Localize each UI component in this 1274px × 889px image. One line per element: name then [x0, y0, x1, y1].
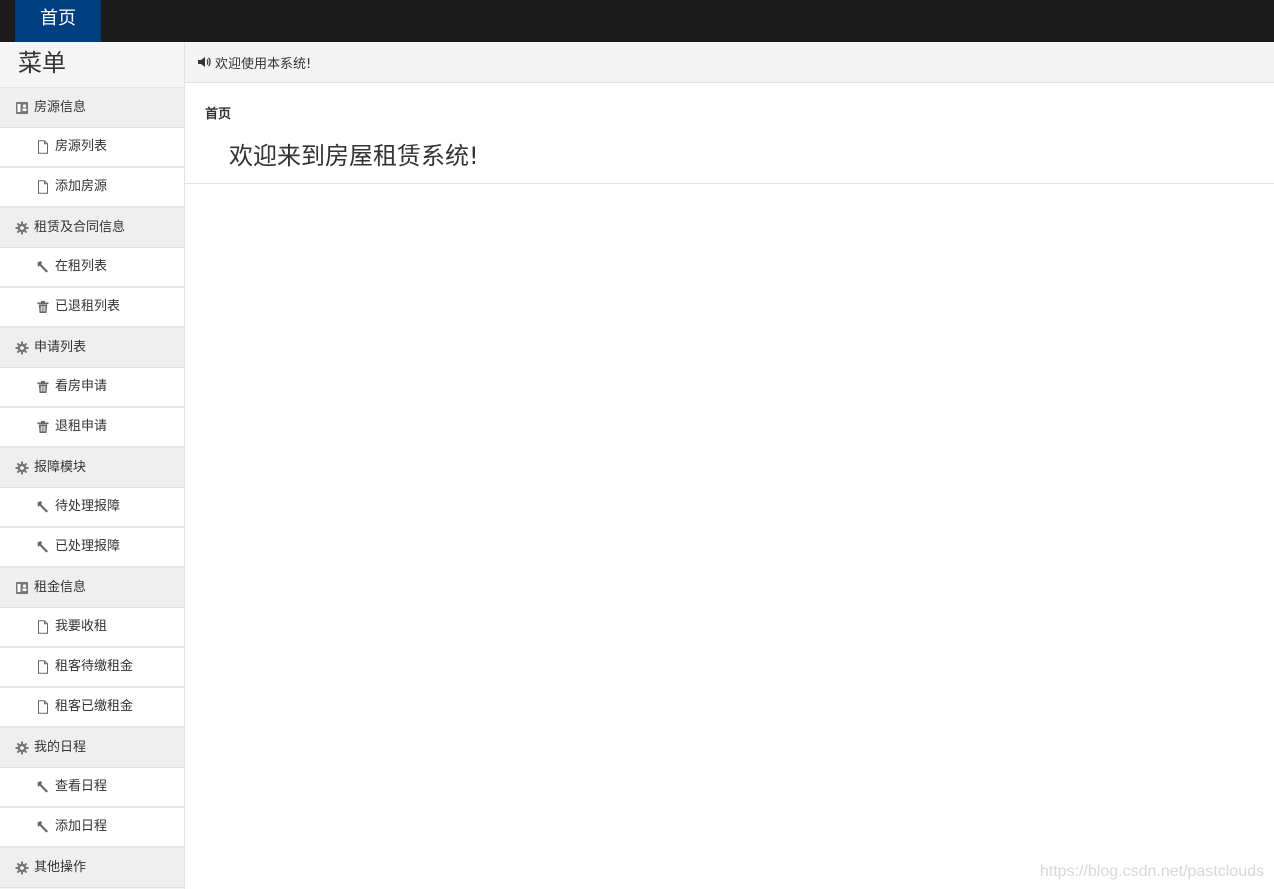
sidebar-group-header[interactable]: 申请列表: [0, 328, 184, 368]
sidebar-group-header[interactable]: 我的日程: [0, 728, 184, 768]
sidebar-item[interactable]: 看房申请: [0, 368, 184, 408]
trash-icon: [36, 380, 50, 394]
wrench-icon: [36, 540, 50, 554]
sidebar-item[interactable]: 租客待缴租金: [0, 648, 184, 688]
sidebar-item-label: 租客待缴租金: [55, 659, 134, 674]
sidebar-item[interactable]: 租客已缴租金: [0, 688, 184, 728]
page-title: 欢迎来到房屋租赁系统!: [229, 142, 479, 170]
sidebar-item[interactable]: 已退租列表: [0, 288, 184, 328]
sidebar-group-label: 报障模块: [34, 459, 87, 475]
file-icon: [36, 700, 50, 714]
sidebar: 菜单 房源信息房源列表添加房源租赁及合同信息 在租列表已退租列表申请列表看房申请退…: [0, 42, 185, 889]
breadcrumb: 首页: [205, 107, 232, 122]
trash-icon: [36, 300, 50, 314]
notice-text: 欢迎使用本系统!: [215, 56, 312, 72]
notice-bar: 欢迎使用本系统!: [185, 42, 1274, 83]
gear-icon: [15, 341, 29, 355]
sidebar-item-label: 租客已缴租金: [55, 699, 134, 714]
sidebar-item-label: 待处理报障: [55, 499, 121, 514]
file-icon: [36, 660, 50, 674]
sidebar-item[interactable]: 已处理报障: [0, 528, 184, 568]
sidebar-item-label: 看房申请: [55, 379, 108, 394]
sidebar-item-label: 已退租列表: [55, 299, 121, 314]
sidebar-title: 菜单: [0, 42, 184, 88]
file-icon: [36, 140, 50, 154]
sidebar-item[interactable]: 房源列表: [0, 128, 184, 168]
sidebar-item[interactable]: 查看日程: [0, 768, 184, 808]
sidebar-item[interactable]: 待处理报障: [0, 488, 184, 528]
sidebar-group-label: 租金信息: [34, 579, 87, 595]
sidebar-item-label: 我要收租: [55, 619, 108, 634]
address-card-icon: [15, 101, 29, 115]
sidebar-item-label: 添加日程: [55, 819, 108, 834]
sidebar-group-header[interactable]: 租赁及合同信息: [0, 208, 184, 248]
sidebar-group-label: 其他操作: [34, 859, 87, 875]
sidebar-group-label: 房源信息: [34, 99, 87, 115]
main-content: 欢迎使用本系统! 首页 欢迎来到房屋租赁系统!: [185, 42, 1274, 889]
sidebar-group-label: 申请列表: [34, 339, 87, 355]
wrench-icon: [36, 260, 50, 274]
sidebar-group-label: 我的日程: [34, 739, 87, 755]
top-navbar: 首页: [0, 0, 1274, 42]
wrench-icon: [36, 500, 50, 514]
sidebar-item[interactable]: 添加房源: [0, 168, 184, 208]
sidebar-item[interactable]: 我要收租: [0, 608, 184, 648]
divider: [185, 183, 1274, 184]
wrench-icon: [36, 820, 50, 834]
sidebar-group-label: 租赁及合同信息: [34, 219, 126, 235]
watermark: https://blog.csdn.net/pastclouds: [1039, 863, 1264, 880]
sidebar-item-label: 在租列表: [55, 259, 108, 274]
gear-icon: [15, 741, 29, 755]
sidebar-item[interactable]: 在租列表: [0, 248, 184, 288]
sidebar-group-header[interactable]: 房源信息: [0, 88, 184, 128]
sidebar-group-header[interactable]: 租金信息: [0, 568, 184, 608]
sidebar-item-label: 查看日程: [55, 779, 108, 794]
sidebar-group-header[interactable]: 其他操作: [0, 848, 184, 888]
file-icon: [36, 620, 50, 634]
sidebar-menu: 房源信息房源列表添加房源租赁及合同信息 在租列表已退租列表申请列表看房申请退租申请…: [0, 88, 184, 888]
gear-icon: [15, 861, 29, 875]
sidebar-item-label: 已处理报障: [55, 539, 121, 554]
sidebar-item-label: 房源列表: [55, 139, 108, 154]
volume-icon: [197, 55, 211, 69]
sidebar-item[interactable]: 退租申请: [0, 408, 184, 448]
file-icon: [36, 180, 50, 194]
nav-tab-home[interactable]: 首页: [15, 0, 101, 42]
sidebar-item-label: 退租申请: [55, 419, 108, 434]
wrench-icon: [36, 780, 50, 794]
sidebar-group-header[interactable]: 报障模块: [0, 448, 184, 488]
sidebar-item[interactable]: 添加日程: [0, 808, 184, 848]
address-card-icon: [15, 581, 29, 595]
sidebar-item-label: 添加房源: [55, 179, 108, 194]
gear-icon: [15, 221, 29, 235]
gear-icon: [15, 461, 29, 475]
trash-icon: [36, 420, 50, 434]
